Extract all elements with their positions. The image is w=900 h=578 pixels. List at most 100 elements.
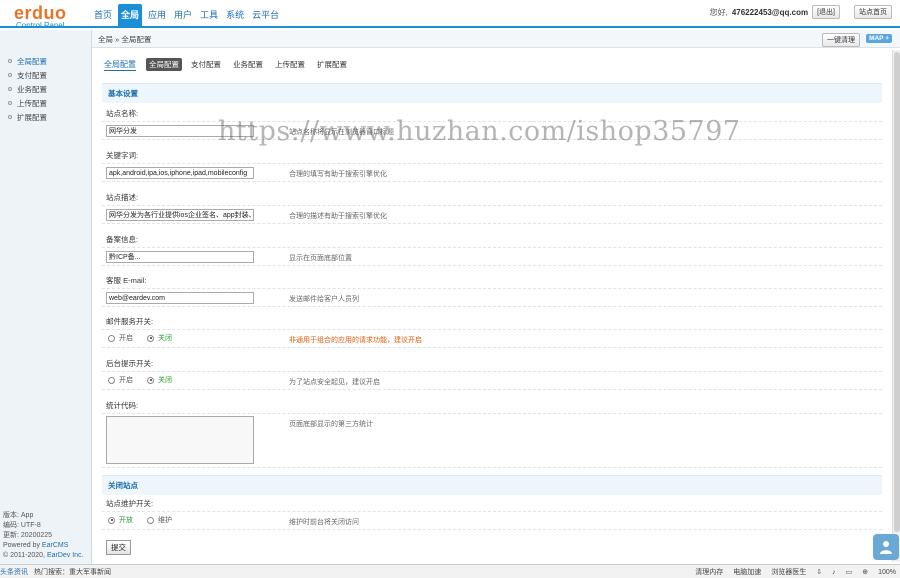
input-row: 开启 关闭 非通用于组合的应用的请求功能，建议开启 bbox=[102, 330, 882, 348]
field-description: 站点描述: 网华分发为各行业提供ios企业签名、app封装、 合理的描述有助于搜… bbox=[102, 192, 882, 224]
input-row: apk,android,ipa,ios,iphone,ipad,mobileco… bbox=[102, 164, 882, 182]
label-row: 备案信息: bbox=[102, 234, 882, 248]
tabs-title[interactable]: 全局配置 bbox=[104, 59, 136, 71]
label-row: 站点维护开关: bbox=[102, 498, 882, 512]
volume-icon[interactable]: ♪ bbox=[832, 569, 836, 576]
email-input[interactable]: web@eardev.com bbox=[106, 292, 254, 304]
tab-upload[interactable]: 上传配置 bbox=[272, 58, 308, 71]
tab-global[interactable]: 全局配置 bbox=[146, 58, 182, 71]
label-row: 客服 E-mail: bbox=[102, 275, 882, 289]
copyright-link[interactable]: EarDev Inc. bbox=[47, 552, 84, 559]
label-row: 邮件服务开关: bbox=[102, 316, 882, 330]
sidebar-item-global[interactable]: 全局配置 bbox=[0, 54, 91, 68]
scrollbar-thumb[interactable] bbox=[894, 52, 900, 532]
bullet-icon bbox=[8, 59, 12, 63]
tab-business[interactable]: 业务配置 bbox=[230, 58, 266, 71]
main-content: 全局配置 全局配置 支付配置 业务配置 上传配置 扩展配置 基本设置 站点名称:… bbox=[96, 50, 892, 562]
stats-code-textarea[interactable] bbox=[106, 416, 254, 464]
label-row: 后台提示开关: bbox=[102, 358, 882, 372]
sidebar-item-label: 全局配置 bbox=[17, 56, 47, 66]
admin-notice-radios: 开启 关闭 bbox=[108, 375, 186, 385]
nav-home[interactable]: 首页 bbox=[92, 4, 114, 26]
mail-off-radio[interactable] bbox=[147, 334, 154, 342]
status-clean-memory[interactable]: 清理内存 bbox=[695, 567, 723, 577]
label-row: 统计代码: bbox=[102, 400, 882, 414]
admin-notice-hint: 为了站点安全起见，建议开启 bbox=[289, 379, 380, 386]
news-link[interactable]: 头条资讯 bbox=[0, 567, 28, 577]
mail-on-label: 开启 bbox=[119, 335, 133, 342]
zoom-level[interactable]: 100% bbox=[878, 569, 896, 576]
breadcrumb: 全局 » 全局配置 bbox=[98, 35, 152, 44]
field-icp: 备案信息: 黔ICP备... 显示在页面底部位置 bbox=[102, 234, 882, 266]
keywords-label: 关键字词: bbox=[106, 151, 139, 160]
nav-tools[interactable]: 工具 bbox=[198, 4, 220, 26]
sidebar-item-business[interactable]: 业务配置 bbox=[0, 82, 91, 96]
powered-prefix: Powered by bbox=[3, 542, 42, 549]
nav-cloud[interactable]: 云平台 bbox=[250, 4, 281, 26]
maintenance-open-radio[interactable] bbox=[108, 516, 115, 524]
site-name-hint: 站点名称将显示在浏览器窗口标题 bbox=[289, 129, 394, 136]
version-info: 版本: App 编码: UTF-8 更新: 20200225 Powered b… bbox=[3, 511, 84, 561]
sidebar-item-upload[interactable]: 上传配置 bbox=[0, 96, 91, 110]
description-hint: 合理的描述有助于搜索引擎优化 bbox=[289, 213, 387, 220]
field-keywords: 关键字词: apk,android,ipa,ios,iphone,ipad,mo… bbox=[102, 150, 882, 182]
tab-extension[interactable]: 扩展配置 bbox=[314, 58, 350, 71]
nav-users[interactable]: 用户 bbox=[172, 4, 194, 26]
section-basic-header: 基本设置 bbox=[102, 83, 882, 103]
site-home-button[interactable]: 站点首页 bbox=[854, 5, 892, 19]
bullet-icon bbox=[8, 101, 12, 105]
tab-payment[interactable]: 支付配置 bbox=[188, 58, 224, 71]
maintenance-label: 站点维护开关: bbox=[106, 499, 154, 508]
stats-code-label: 统计代码: bbox=[106, 401, 139, 410]
description-label: 站点描述: bbox=[106, 193, 139, 202]
notice-on-radio[interactable] bbox=[108, 376, 115, 384]
nav-system[interactable]: 系统 bbox=[224, 4, 246, 26]
sidebar-item-label: 上传配置 bbox=[17, 98, 47, 108]
sidebar-item-payment[interactable]: 支付配置 bbox=[0, 68, 91, 82]
admin-notice-label: 后台提示开关: bbox=[106, 359, 154, 368]
powered-link[interactable]: EarCMS bbox=[42, 542, 68, 549]
site-name-input[interactable]: 网华分发 bbox=[106, 125, 254, 137]
sidebar: 全局配置 支付配置 业务配置 上传配置 扩展配置 版本: App 编码: UTF… bbox=[0, 30, 92, 564]
zoom-icon[interactable]: ⊕ bbox=[862, 568, 868, 576]
section-close-header: 关闭站点 bbox=[102, 475, 882, 495]
plus-icon: + bbox=[885, 35, 889, 42]
field-mail-switch: 邮件服务开关: 开启 关闭 非通用于组合的应用的请求功能，建议开启 bbox=[102, 316, 882, 348]
scrollbar[interactable] bbox=[892, 50, 900, 562]
clear-cache-button[interactable]: 一键清理 bbox=[822, 33, 860, 47]
map-button[interactable]: MAP + bbox=[866, 34, 892, 43]
bullet-icon bbox=[8, 87, 12, 91]
window-icon[interactable]: ▭ bbox=[846, 568, 853, 576]
site-name-label: 站点名称: bbox=[106, 109, 139, 118]
maintenance-close-radio[interactable] bbox=[147, 516, 154, 524]
updated-text: 更新: 20200225 bbox=[3, 532, 53, 539]
nav-global[interactable]: 全局 bbox=[118, 4, 143, 26]
maintenance-hint: 维护时前台将关闭访问 bbox=[289, 519, 359, 526]
sidebar-item-label: 支付配置 bbox=[17, 70, 47, 80]
logo[interactable]: erduo Control Panel bbox=[14, 4, 67, 30]
description-input[interactable]: 网华分发为各行业提供ios企业签名、app封装、 bbox=[106, 209, 254, 221]
logout-button[interactable]: [退出] bbox=[812, 5, 840, 19]
status-browser-doctor[interactable]: 浏览器医生 bbox=[771, 567, 806, 577]
input-row: web@eardev.com 发送邮件给客户人员列 bbox=[102, 289, 882, 307]
browser-status-bar: 头条资讯 热门搜索：重大军事新闻 清理内存 电脑加速 浏览器医生 ⇩ ♪ ▭ ⊕… bbox=[0, 564, 900, 578]
chat-float-icon[interactable] bbox=[873, 534, 899, 560]
submit-button[interactable]: 提交 bbox=[106, 540, 131, 555]
notice-off-radio[interactable] bbox=[147, 376, 154, 384]
keywords-input[interactable]: apk,android,ipa,ios,iphone,ipad,mobileco… bbox=[106, 167, 254, 179]
label-row: 站点名称: bbox=[102, 108, 882, 122]
icp-input[interactable]: 黔ICP备... bbox=[106, 251, 254, 263]
mail-switch-label: 邮件服务开关: bbox=[106, 317, 154, 326]
status-left: 头条资讯 热门搜索：重大军事新闻 bbox=[0, 567, 111, 577]
nav-apps[interactable]: 应用 bbox=[146, 4, 168, 26]
user-icon bbox=[880, 541, 892, 554]
map-label: MAP bbox=[869, 35, 884, 42]
hot-search[interactable]: 热门搜索：重大军事新闻 bbox=[34, 567, 111, 577]
sidebar-item-extension[interactable]: 扩展配置 bbox=[0, 110, 91, 124]
maintenance-close-label: 维护 bbox=[158, 517, 172, 524]
download-icon[interactable]: ⇩ bbox=[816, 568, 822, 576]
logo-text: erduo bbox=[14, 3, 67, 23]
mail-on-radio[interactable] bbox=[108, 334, 115, 342]
status-speedup[interactable]: 电脑加速 bbox=[733, 567, 761, 577]
bullet-icon bbox=[8, 115, 12, 119]
